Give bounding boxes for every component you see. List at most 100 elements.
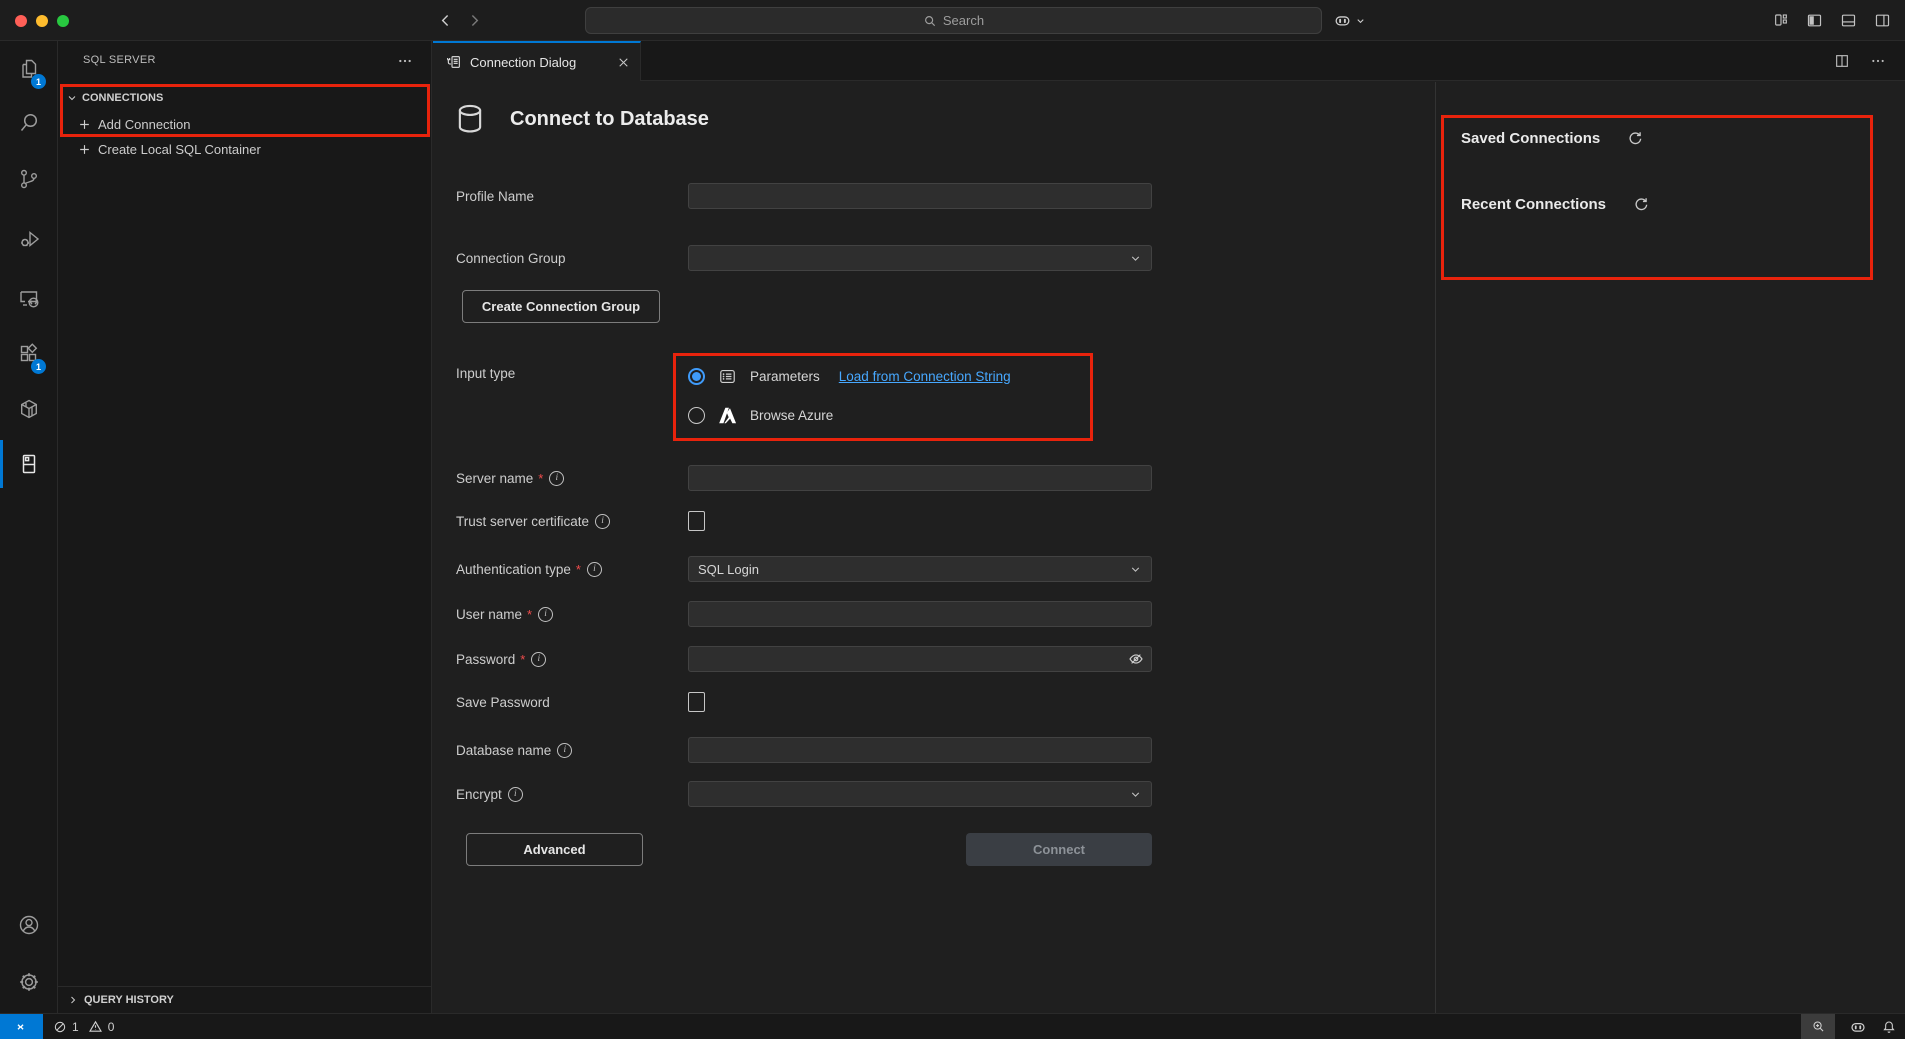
recent-connections-section: Recent Connections <box>1461 195 1650 213</box>
zoom-window-button[interactable] <box>57 15 69 27</box>
chevron-down-icon <box>1129 788 1142 801</box>
toggle-primary-sidebar-icon[interactable] <box>1806 12 1823 29</box>
authentication-type-select[interactable]: SQL Login <box>688 556 1152 582</box>
info-icon: i <box>557 743 572 758</box>
connections-side-panel: Saved Connections Recent Connections <box>1436 82 1905 1013</box>
run-debug-icon[interactable] <box>17 227 41 251</box>
sidebar-more-actions-icon[interactable] <box>397 53 413 69</box>
authentication-type-value: SQL Login <box>698 562 759 577</box>
trust-server-certificate-checkbox[interactable] <box>688 511 705 531</box>
required-marker: * <box>527 607 532 622</box>
server-name-label: Server name <box>456 471 533 486</box>
query-history-section-header[interactable]: QUERY HISTORY <box>58 986 431 1013</box>
tab-connection-dialog[interactable]: Connection Dialog <box>433 41 641 81</box>
saved-connections-section: Saved Connections <box>1461 129 1644 147</box>
profile-name-input[interactable] <box>688 183 1152 209</box>
create-local-sql-container-label: Create Local SQL Container <box>98 142 261 157</box>
user-name-input[interactable] <box>688 601 1152 627</box>
minimize-window-button[interactable] <box>36 15 48 27</box>
title-bar: Search <box>0 0 1905 41</box>
recent-connections-header: Recent Connections <box>1461 196 1606 213</box>
source-control-icon[interactable] <box>17 167 41 191</box>
warning-count: 0 <box>108 1020 115 1034</box>
settings-gear-icon[interactable] <box>17 970 41 994</box>
create-connection-group-button[interactable]: Create Connection Group <box>462 290 660 323</box>
form-row-input-type: Input type <box>456 359 688 387</box>
connection-group-label: Connection Group <box>456 251 566 266</box>
remote-indicator[interactable] <box>0 1014 43 1039</box>
containers-icon[interactable] <box>17 397 41 421</box>
chevron-down-icon <box>1129 563 1142 576</box>
more-actions-icon[interactable] <box>1870 53 1886 69</box>
close-icon[interactable] <box>617 56 630 69</box>
status-bar: 1 0 <box>0 1013 1905 1039</box>
eye-off-icon[interactable] <box>1127 650 1145 668</box>
page-title: Connect to Database <box>510 108 709 131</box>
toggle-secondary-sidebar-icon[interactable] <box>1874 12 1891 29</box>
form-row-trust-server-certificate: Trust server certificate i <box>456 507 705 535</box>
input-type-option-parameters: Parameters Load from Connection String <box>688 362 1011 390</box>
password-input[interactable] <box>688 646 1152 672</box>
input-type-option-browse-azure: Browse Azure <box>688 401 833 429</box>
info-icon: i <box>538 607 553 622</box>
close-window-button[interactable] <box>15 15 27 27</box>
encrypt-select[interactable] <box>688 781 1152 807</box>
sql-server-view-icon[interactable] <box>17 452 41 476</box>
sidebar-item-add-connection[interactable]: Add Connection <box>58 112 431 137</box>
form-row-save-password: Save Password <box>456 688 705 716</box>
activity-bar: 1 1 <box>0 41 58 1013</box>
notifications-bell-icon[interactable] <box>1881 1019 1897 1035</box>
parameters-form-icon <box>718 367 737 386</box>
toggle-panel-icon[interactable] <box>1840 12 1857 29</box>
split-editor-icon[interactable] <box>1834 53 1850 69</box>
copilot-icon[interactable] <box>1333 11 1352 30</box>
plus-icon <box>78 143 91 156</box>
form-row-user-name: User name * i <box>456 600 1152 628</box>
editor-area: Connection Dialog <box>433 41 1905 1013</box>
zoom-status-icon[interactable] <box>1801 1014 1835 1039</box>
refresh-icon[interactable] <box>1632 195 1650 213</box>
problems-indicator[interactable]: 1 0 <box>53 1014 114 1039</box>
active-view-indicator <box>0 440 3 488</box>
server-name-input[interactable] <box>688 465 1152 491</box>
connection-group-select[interactable] <box>688 245 1152 271</box>
search-view-icon[interactable] <box>17 111 41 135</box>
accounts-icon[interactable] <box>17 913 41 937</box>
warning-icon <box>88 1019 103 1034</box>
extensions-badge: 1 <box>31 359 46 374</box>
form-row-authentication-type: Authentication type * i SQL Login <box>456 555 1152 583</box>
back-icon[interactable] <box>437 12 454 29</box>
parameters-radio[interactable] <box>688 368 705 385</box>
form-row-encrypt: Encrypt i <box>456 780 1152 808</box>
authentication-type-label: Authentication type <box>456 562 571 577</box>
chevron-right-icon <box>67 994 79 1006</box>
save-password-checkbox[interactable] <box>688 692 705 712</box>
remote-explorer-icon[interactable] <box>17 286 41 310</box>
connect-button[interactable]: Connect <box>966 833 1152 866</box>
database-name-input[interactable] <box>688 737 1152 763</box>
add-connection-label: Add Connection <box>98 117 191 132</box>
sidebar-title: SQL SERVER <box>83 54 156 66</box>
advanced-button[interactable]: Advanced <box>466 833 643 866</box>
sidebar-item-create-local-sql-container[interactable]: Create Local SQL Container <box>58 137 431 162</box>
search-input[interactable]: Search <box>585 7 1322 34</box>
database-icon <box>455 103 485 135</box>
load-from-connection-string-link[interactable]: Load from Connection String <box>839 369 1011 384</box>
copilot-status-icon[interactable] <box>1849 1018 1867 1036</box>
browse-azure-label: Browse Azure <box>750 408 833 423</box>
connections-section-header[interactable]: CONNECTIONS <box>58 86 431 109</box>
browse-azure-radio[interactable] <box>688 407 705 424</box>
form-row-password: Password * i <box>456 645 1152 673</box>
chevron-down-icon <box>66 92 78 104</box>
info-icon: i <box>531 652 546 667</box>
error-count: 1 <box>72 1020 79 1034</box>
info-icon: i <box>587 562 602 577</box>
user-name-label: User name <box>456 607 522 622</box>
saved-connections-header: Saved Connections <box>1461 130 1600 147</box>
customize-layout-icon[interactable] <box>1773 12 1789 28</box>
refresh-icon[interactable] <box>1626 129 1644 147</box>
required-marker: * <box>538 471 543 486</box>
chevron-down-icon[interactable] <box>1355 15 1366 26</box>
forward-icon[interactable] <box>466 12 483 29</box>
azure-icon <box>718 407 737 424</box>
